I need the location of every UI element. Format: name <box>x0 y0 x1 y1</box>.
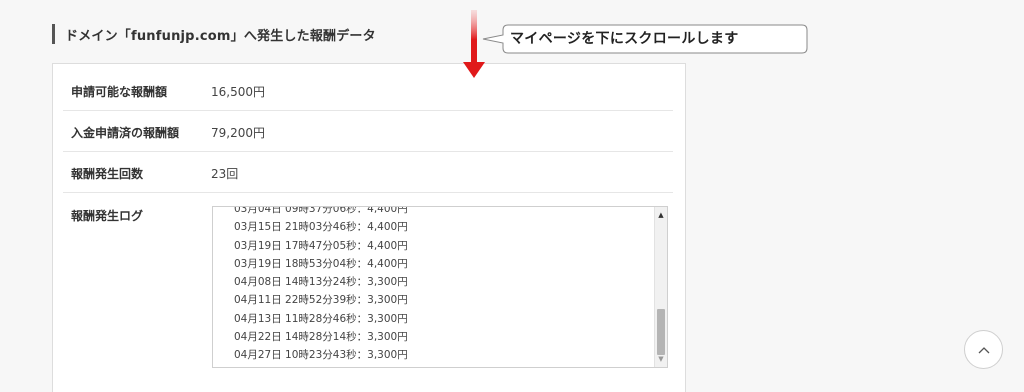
row-value: 23回 <box>211 167 239 181</box>
row-deposit-requested: 入金申請済の報酬額 79,200円 <box>63 111 673 152</box>
log-scrollbar[interactable]: ▲ ▼ <box>654 207 667 367</box>
reward-log-list: 03月04日 09時37分06秒：4,400円 03月15日 21時03分46秒：… <box>234 206 408 365</box>
row-reward-count: 報酬発生回数 23回 <box>63 152 673 193</box>
reward-data-panel: 申請可能な報酬額 16,500円 入金申請済の報酬額 79,200円 報酬発生回… <box>52 63 686 392</box>
scroll-up-arrow-icon[interactable]: ▲ <box>655 209 667 221</box>
log-entry: 04月13日 11時28分46秒：3,300円 <box>234 312 408 325</box>
row-value: 79,200円 <box>211 126 265 140</box>
section-title: ドメイン「funfunjp.com」へ発生した報酬データ <box>52 24 376 44</box>
reward-log-box[interactable]: 03月04日 09時37分06秒：4,400円 03月15日 21時03分46秒：… <box>212 206 668 368</box>
row-label: 報酬発生ログ <box>71 209 144 223</box>
row-available-reward: 申請可能な報酬額 16,500円 <box>63 64 673 111</box>
log-entry: 04月08日 14時13分24秒：3,300円 <box>234 276 408 289</box>
scroll-thumb[interactable] <box>657 309 665 355</box>
log-entry: 03月19日 18時53分04秒：4,400円 <box>234 257 408 270</box>
log-entry: 03月04日 09時37分06秒：4,400円 <box>234 206 408 215</box>
log-entry: 03月15日 21時03分46秒：4,400円 <box>234 221 408 234</box>
log-entry: 04月22日 14時28分14秒：3,300円 <box>234 331 408 344</box>
row-label: 入金申請済の報酬額 <box>71 126 180 140</box>
log-entry: 03月19日 17時47分05秒：4,400円 <box>234 239 408 252</box>
row-label: 申請可能な報酬額 <box>71 85 168 99</box>
log-entry: 04月11日 22時52分39秒：3,300円 <box>234 294 408 307</box>
scroll-down-arrow-icon[interactable]: ▼ <box>655 353 667 365</box>
chevron-up-icon <box>978 346 989 353</box>
log-entry: 04月27日 10時23分43秒：3,300円 <box>234 349 408 362</box>
callout-text: マイページを下にスクロールします <box>510 31 739 47</box>
row-label: 報酬発生回数 <box>71 167 144 181</box>
row-value: 16,500円 <box>211 85 265 99</box>
back-to-top-button[interactable] <box>964 330 1003 369</box>
